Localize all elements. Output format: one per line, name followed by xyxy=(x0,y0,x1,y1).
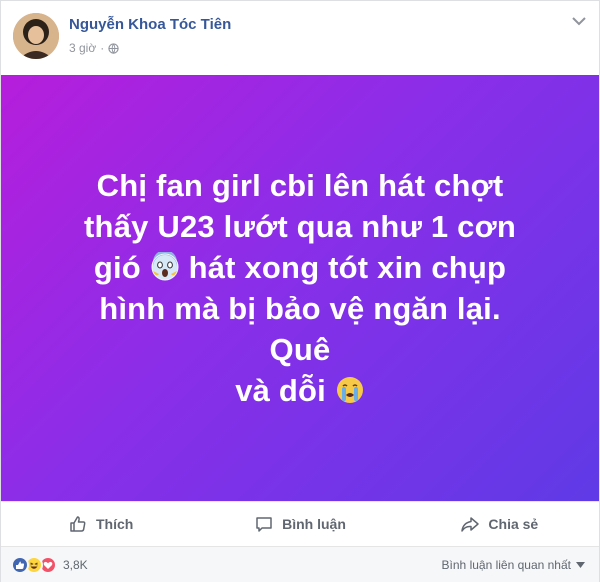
post-card: Nguyễn Khoa Tóc Tiên 3 giờ · Chị fan gir… xyxy=(0,0,600,582)
post-text-line: hình mà bị bảo vệ ngăn lại. Quê xyxy=(99,291,501,367)
chevron-down-icon[interactable] xyxy=(571,15,587,27)
caret-down-icon xyxy=(576,562,585,568)
like-button[interactable]: Thích xyxy=(1,502,200,545)
post-text-line: hát xong tót xin chụp xyxy=(188,250,507,285)
comment-sort-label: Bình luận liên quan nhất xyxy=(441,558,571,572)
comment-sort-dropdown[interactable]: Bình luận liên quan nhất xyxy=(442,558,585,572)
reaction-count[interactable]: 3,8K xyxy=(63,558,88,572)
avatar[interactable] xyxy=(13,13,59,59)
post-text: Chị fan girl cbi lên hát chợt thấy U23 l… xyxy=(65,165,535,411)
thumbs-up-icon xyxy=(70,515,86,532)
comment-icon xyxy=(256,516,272,532)
share-label: Chia sẻ xyxy=(488,515,539,532)
post-text-line: Chị fan girl cbi lên hát chợt xyxy=(96,168,504,203)
share-button[interactable]: Chia sẻ xyxy=(400,502,599,545)
author-name[interactable]: Nguyễn Khoa Tóc Tiên xyxy=(69,16,231,33)
post-text-line: gió xyxy=(93,250,141,285)
reactions-summary[interactable]: 3,8K xyxy=(11,556,88,574)
globe-icon xyxy=(108,42,119,54)
share-icon xyxy=(461,516,480,532)
post-meta: 3 giờ · xyxy=(69,41,119,55)
comment-label: Bình luận xyxy=(282,515,346,532)
post-background: Chị fan girl cbi lên hát chợt thấy U23 l… xyxy=(1,75,599,501)
post-text-line: thấy U23 lướt qua như 1 cơn xyxy=(84,209,516,244)
post-text-line: và dỗi xyxy=(235,373,326,408)
scream-emoji-icon xyxy=(151,252,179,281)
like-label: Thích xyxy=(95,515,134,532)
reactions-footer: 3,8K Bình luận liên quan nhất xyxy=(1,546,599,582)
comment-button[interactable]: Bình luận xyxy=(200,502,399,545)
action-bar: Thích Bình luận Chia sẻ xyxy=(1,501,599,545)
like-reaction-icon xyxy=(11,556,29,574)
crying-emoji-icon xyxy=(336,377,363,403)
post-header: Nguyễn Khoa Tóc Tiên 3 giờ · xyxy=(1,1,599,75)
post-time[interactable]: 3 giờ xyxy=(69,41,96,55)
